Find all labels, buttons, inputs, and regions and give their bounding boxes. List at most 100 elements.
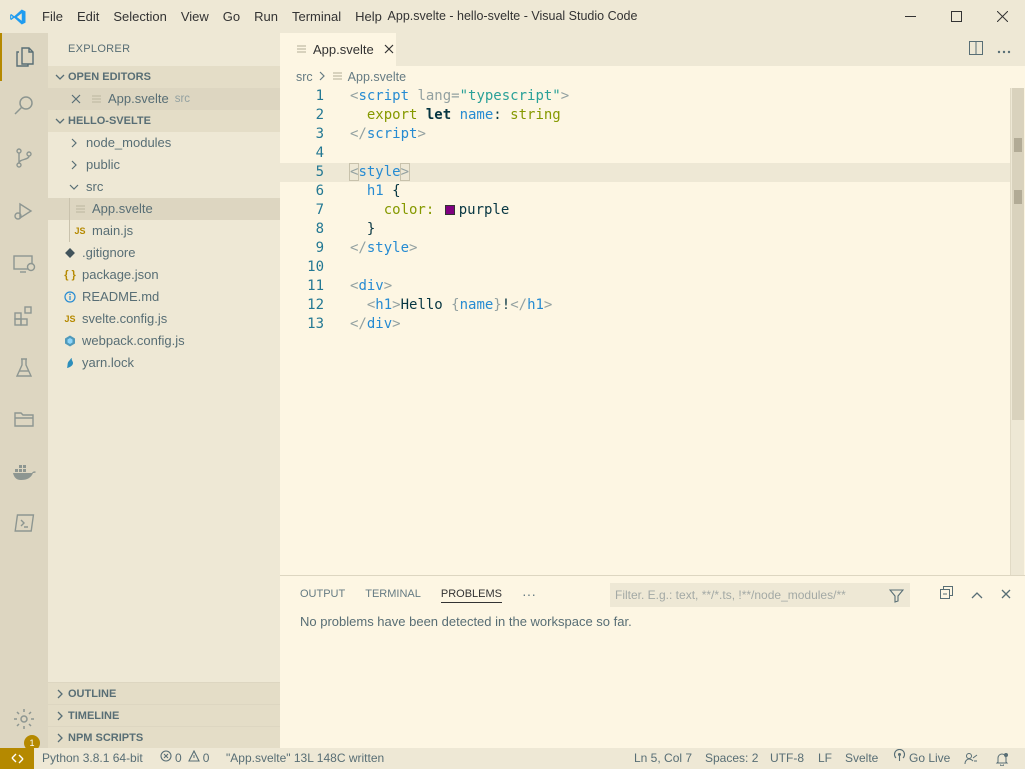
open-editor-item[interactable]: App.svelte src xyxy=(48,88,280,110)
tree-item-yarn-lock[interactable]: yarn.lock xyxy=(48,352,280,374)
open-editors-header[interactable]: OPEN EDITORS xyxy=(48,66,280,88)
close-panel-icon[interactable] xyxy=(1001,587,1011,602)
code-text: <h1>Hello {name}!</h1> xyxy=(350,296,553,315)
line-number: 13 xyxy=(307,316,324,332)
editor-actions xyxy=(969,33,1011,66)
menu-selection[interactable]: Selection xyxy=(106,0,173,33)
split-editor-icon[interactable] xyxy=(969,41,983,58)
tree-item-package-json[interactable]: { } package.json xyxy=(48,264,280,286)
svelte-file-icon xyxy=(296,42,307,57)
scrollbar-marker xyxy=(1014,138,1022,152)
filter-icon[interactable] xyxy=(888,587,905,611)
token: </ xyxy=(510,297,528,313)
end-of-line[interactable]: LF xyxy=(818,748,832,769)
code-text: color: purple xyxy=(350,201,510,220)
tree-item-webpack-config[interactable]: webpack.config.js xyxy=(48,330,280,352)
color-swatch[interactable] xyxy=(444,205,455,215)
menu-terminal[interactable]: Terminal xyxy=(285,0,348,33)
token: > xyxy=(392,316,401,332)
panel-more-icon[interactable]: ··· xyxy=(522,586,536,602)
tree-item-app-svelte[interactable]: App.svelte xyxy=(48,198,280,220)
token: name xyxy=(459,297,494,313)
code-text: </div> xyxy=(350,315,401,334)
extensions-icon[interactable] xyxy=(0,292,48,340)
remote-indicator[interactable] xyxy=(0,748,34,769)
feedback-icon[interactable] xyxy=(964,748,978,769)
more-actions-icon[interactable] xyxy=(997,42,1011,57)
search-icon[interactable] xyxy=(0,81,48,129)
outline-header[interactable]: OUTLINE xyxy=(48,682,280,704)
tab-output[interactable]: OUTPUT xyxy=(300,588,345,600)
token: > xyxy=(399,163,411,181)
indent-guide xyxy=(69,220,70,242)
terminal-icon[interactable] xyxy=(0,499,48,547)
go-live-button[interactable]: Go Live xyxy=(893,748,950,769)
editor-scrollbar[interactable] xyxy=(1010,88,1024,575)
encoding[interactable]: UTF-8 xyxy=(770,748,804,769)
menu-edit[interactable]: Edit xyxy=(70,0,106,33)
tree-item-node-modules[interactable]: node_modules xyxy=(48,132,280,154)
tab-problems[interactable]: PROBLEMS xyxy=(440,588,502,603)
token: </ xyxy=(350,126,367,142)
cursor-position[interactable]: Ln 5, Col 7 xyxy=(634,748,692,769)
token: h1 xyxy=(527,297,544,313)
breadcrumb-src[interactable]: src xyxy=(296,70,313,84)
token: style xyxy=(358,164,401,180)
vscode-logo-icon[interactable] xyxy=(0,0,35,33)
tree-item-gitignore[interactable]: .gitignore xyxy=(48,242,280,264)
code-line: 7 color: purple xyxy=(280,201,1010,220)
token: name xyxy=(459,107,494,123)
tree-item-label: public xyxy=(86,157,120,172)
testing-icon[interactable] xyxy=(0,344,48,392)
close-editor-icon[interactable] xyxy=(68,94,84,104)
token: Hello xyxy=(400,297,452,313)
breadcrumb-file[interactable]: App.svelte xyxy=(348,70,406,84)
explorer-icon[interactable] xyxy=(0,33,48,81)
minimize-button[interactable] xyxy=(887,0,933,33)
menu-help[interactable]: Help xyxy=(348,0,389,33)
docker-icon[interactable] xyxy=(0,447,48,495)
remote-explorer-icon[interactable] xyxy=(0,240,48,288)
tree-item-label: yarn.lock xyxy=(82,355,135,370)
menu-view[interactable]: View xyxy=(174,0,216,33)
menu-file[interactable]: File xyxy=(35,0,70,33)
token: purple xyxy=(458,202,510,218)
line-number: 2 xyxy=(315,107,324,123)
problems-filter-input[interactable]: Filter. E.g.: text, **/*.ts, !**/node_mo… xyxy=(610,583,910,607)
tree-item-readme[interactable]: README.md xyxy=(48,286,280,308)
line-number: 6 xyxy=(315,183,324,199)
tree-item-src[interactable]: src xyxy=(48,176,280,198)
language-label: Svelte xyxy=(845,751,879,765)
svelte-file-icon xyxy=(332,70,343,84)
maximize-button[interactable] xyxy=(933,0,979,33)
token: string xyxy=(510,107,561,123)
problems-status[interactable]: 0 0 xyxy=(160,748,209,769)
tree-item-main-js[interactable]: JS main.js xyxy=(48,220,280,242)
indentation[interactable]: Spaces: 2 xyxy=(705,748,758,769)
token: } xyxy=(493,297,502,313)
python-interpreter[interactable]: Python 3.8.1 64-bit xyxy=(42,748,143,769)
menu-run[interactable]: Run xyxy=(247,0,285,33)
timeline-header[interactable]: TIMELINE xyxy=(48,704,280,726)
close-window-button[interactable] xyxy=(979,0,1025,33)
code-line: 8 } xyxy=(280,220,1010,239)
project-header[interactable]: HELLO-SVELTE xyxy=(48,110,280,132)
source-control-icon[interactable] xyxy=(0,134,48,182)
token: script xyxy=(358,88,410,104)
run-debug-icon[interactable] xyxy=(0,187,48,235)
close-tab-icon[interactable] xyxy=(384,42,394,57)
language-mode[interactable]: Svelte xyxy=(845,748,878,769)
settings-gear-icon[interactable]: 1 xyxy=(0,695,48,751)
tree-item-svelte-config[interactable]: JS svelte.config.js xyxy=(48,308,280,330)
notifications-bell-icon[interactable] xyxy=(995,748,1009,769)
tab-terminal[interactable]: TERMINAL xyxy=(365,588,421,600)
folder-icon[interactable] xyxy=(0,395,48,443)
maximize-panel-icon[interactable] xyxy=(971,587,983,602)
menu-go[interactable]: Go xyxy=(216,0,247,33)
code-editor[interactable]: 1 <script lang="typescript"> 2 export let… xyxy=(280,87,1010,575)
tree-item-public[interactable]: public xyxy=(48,154,280,176)
npm-scripts-header[interactable]: NPM SCRIPTS xyxy=(48,726,280,748)
collapse-all-icon[interactable] xyxy=(940,586,953,602)
file-written-status: "App.svelte" 13L 148C written xyxy=(226,748,384,769)
tab-app-svelte[interactable]: App.svelte xyxy=(280,33,396,66)
